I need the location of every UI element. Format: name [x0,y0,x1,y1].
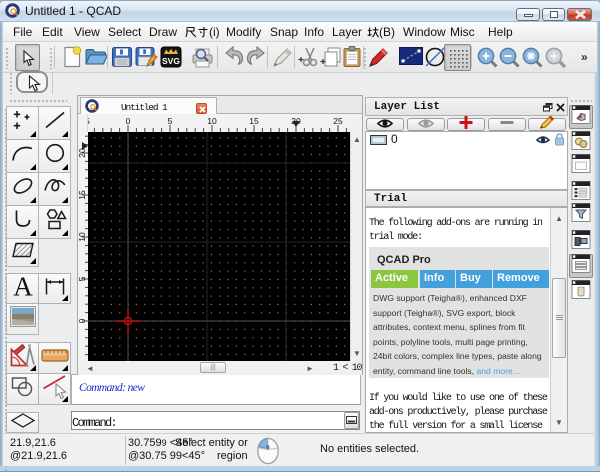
svg-text:15: 15 [249,116,259,126]
svg-text:-5: -5 [88,116,90,126]
svg-text:SVG: SVG [162,56,180,66]
svg-text:10: 10 [207,116,217,126]
svg-text:5: 5 [168,116,173,126]
svg-text:10: 10 [78,232,87,242]
svg-text:A: A [13,273,33,299]
svg-text:25: 25 [333,116,343,126]
svg-text:0: 0 [78,318,87,323]
svg-text:0: 0 [126,116,131,126]
svg-text:5: 5 [78,276,87,281]
svg-text:15: 15 [78,190,87,200]
